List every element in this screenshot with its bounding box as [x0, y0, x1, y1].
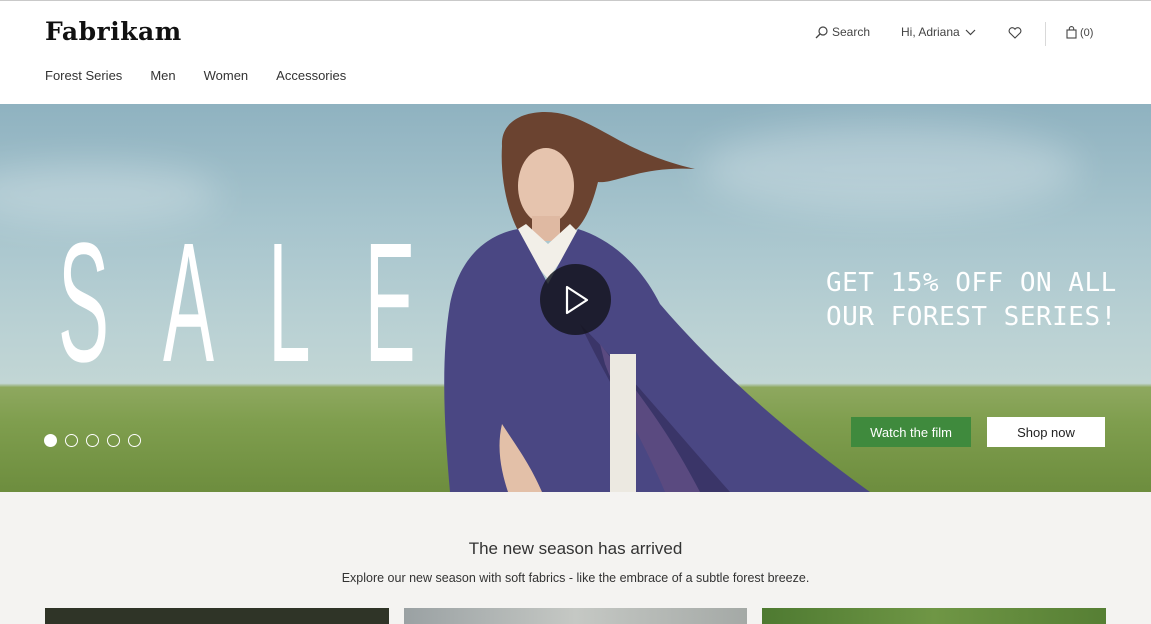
cart-count: (0) — [1080, 26, 1094, 39]
product-card-image[interactable] — [762, 608, 1106, 624]
sale-letter: E — [364, 208, 443, 398]
promo-text: GET 15% OFF ON ALL OUR FOREST SERIES! — [826, 266, 1136, 334]
nav-item-men[interactable]: Men — [150, 68, 175, 83]
shopping-bag-icon — [1066, 26, 1077, 39]
watch-film-button[interactable]: Watch the film — [851, 417, 971, 447]
sale-letter: A — [163, 208, 242, 398]
search-label: Search — [832, 25, 871, 39]
carousel-dot[interactable] — [65, 434, 78, 447]
carousel-indicators — [44, 434, 149, 447]
play-icon — [565, 285, 588, 314]
sale-letter: L — [268, 208, 338, 398]
header-divider — [1045, 22, 1046, 46]
shop-now-button[interactable]: Shop now — [987, 417, 1105, 447]
nav-item-forest-series[interactable]: Forest Series — [45, 68, 122, 83]
site-header: Fabrikam Search Hi, Adriana (0) Forest S… — [0, 0, 1151, 104]
brand-logo[interactable]: Fabrikam — [45, 17, 182, 46]
nav-item-accessories[interactable]: Accessories — [276, 68, 346, 83]
play-video-button[interactable] — [540, 264, 611, 335]
search-icon — [815, 25, 828, 38]
sale-letter: S — [58, 208, 137, 398]
nav-item-women[interactable]: Women — [204, 68, 249, 83]
promo-line-1: GET 15% OFF ON ALL — [826, 268, 1117, 298]
main-nav: Forest Series Men Women Accessories — [45, 68, 374, 83]
section-subtitle: Explore our new season with soft fabrics… — [341, 571, 810, 585]
sale-headline: S A L E — [58, 218, 470, 388]
heart-icon — [1008, 27, 1022, 39]
wishlist-button[interactable] — [1008, 27, 1022, 39]
carousel-dot[interactable] — [86, 434, 99, 447]
carousel-dot[interactable] — [107, 434, 120, 447]
hero-banner: S A L E GET 15% OFF ON ALL OUR FOREST SE… — [0, 104, 1151, 492]
account-greeting: Hi, Adriana — [901, 25, 960, 39]
cart-button[interactable]: (0) — [1066, 26, 1093, 39]
section-title: The new season has arrived — [468, 539, 683, 558]
chevron-down-icon — [965, 29, 976, 35]
product-card-image[interactable] — [404, 608, 747, 624]
carousel-dot[interactable] — [44, 434, 57, 447]
promo-line-2: OUR FOREST SERIES! — [826, 302, 1117, 332]
carousel-dot[interactable] — [128, 434, 141, 447]
account-menu-button[interactable]: Hi, Adriana — [901, 25, 976, 39]
hero-model-image — [444, 111, 870, 492]
search-button[interactable]: Search — [815, 25, 870, 39]
product-card-image[interactable] — [45, 608, 389, 624]
